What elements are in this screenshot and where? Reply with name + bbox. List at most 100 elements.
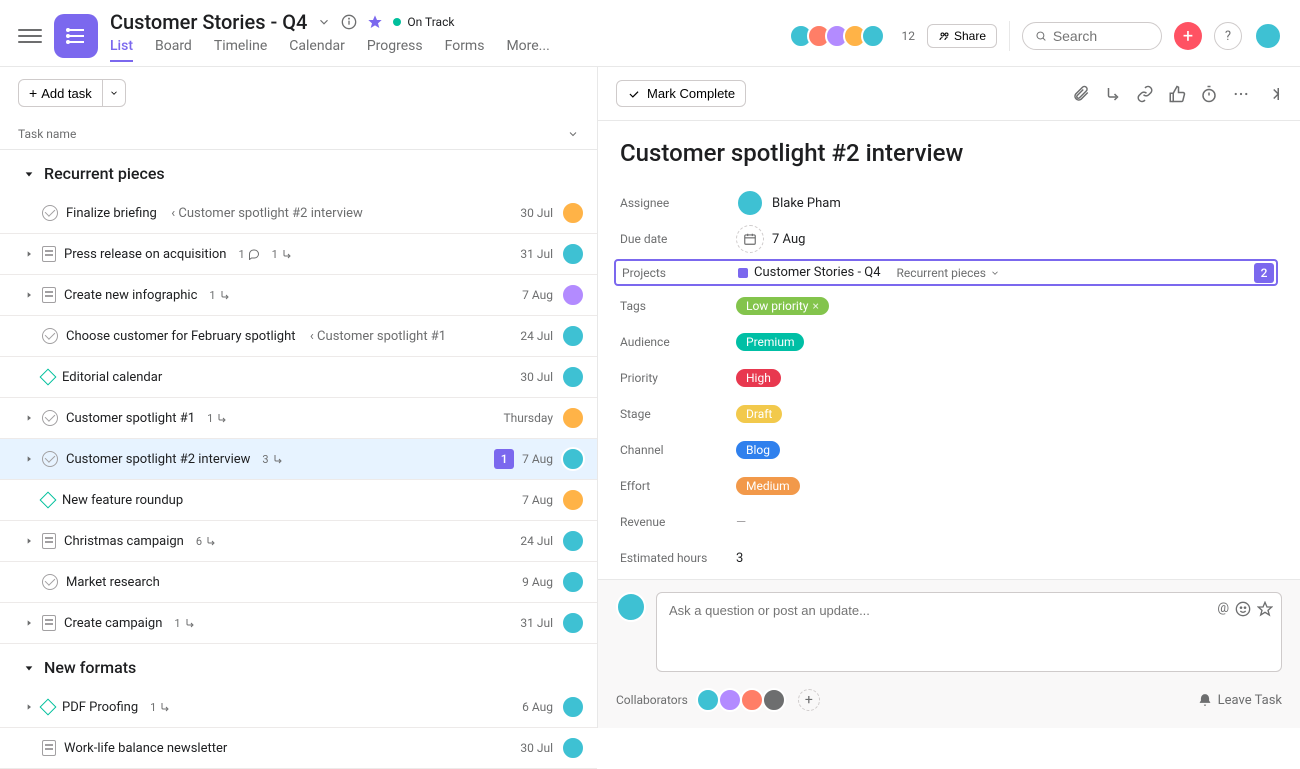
milestone-icon[interactable] [40, 369, 57, 386]
task-row[interactable]: Customer spotlight #2 interview317 Aug [0, 439, 597, 480]
help-button[interactable]: ? [1214, 22, 1242, 50]
tab-list[interactable]: List [110, 38, 133, 62]
avatar [561, 365, 585, 389]
document-icon[interactable] [42, 740, 56, 756]
expand-icon[interactable] [24, 703, 34, 711]
avatar [561, 283, 585, 307]
task-row[interactable]: Work-life balance newsletter30 Jul [0, 728, 597, 769]
check-circle-icon[interactable] [42, 574, 58, 590]
mention-icon[interactable]: @ [1217, 601, 1229, 617]
link-icon[interactable] [1136, 85, 1154, 103]
section-header[interactable]: New formats [0, 644, 597, 687]
search-input[interactable] [1022, 22, 1162, 50]
due-date-value[interactable]: 7 Aug [736, 225, 805, 253]
task-name: Create new infographic [64, 288, 197, 303]
task-row[interactable]: Create new infographic17 Aug [0, 275, 597, 316]
project-title[interactable]: Customer Stories - Q4 [110, 10, 307, 34]
avatar [561, 201, 585, 225]
task-row[interactable]: Create campaign131 Jul [0, 603, 597, 644]
check-circle-icon[interactable] [42, 328, 58, 344]
document-icon[interactable] [42, 287, 56, 303]
member-avatars[interactable] [795, 24, 885, 48]
check-circle-icon[interactable] [42, 410, 58, 426]
remove-tag-icon[interactable]: × [812, 299, 818, 313]
channel-value[interactable]: Blog [736, 441, 780, 459]
milestone-icon[interactable] [40, 492, 57, 509]
revenue-value[interactable]: — [736, 515, 746, 530]
task-row[interactable]: Finalize briefing ‹ Customer spotlight #… [0, 193, 597, 234]
collaborator-avatars[interactable] [700, 688, 786, 712]
tags-value[interactable]: Low priority× [736, 297, 829, 315]
milestone-icon[interactable] [40, 699, 57, 716]
project-menu-chevron[interactable] [317, 15, 331, 29]
pill[interactable]: Low priority× [736, 297, 829, 315]
avatar [561, 324, 585, 348]
task-row[interactable]: New feature roundup7 Aug [0, 480, 597, 521]
check-circle-icon[interactable] [42, 205, 58, 221]
task-row[interactable]: PDF Proofing16 Aug [0, 687, 597, 728]
hamburger-menu[interactable] [18, 24, 42, 48]
star-outline-icon[interactable] [1257, 601, 1273, 617]
more-icon[interactable] [1232, 85, 1250, 103]
global-add-button[interactable]: + [1174, 22, 1202, 50]
document-icon[interactable] [42, 246, 56, 262]
section-header[interactable]: Recurrent pieces [0, 150, 597, 193]
effort-value[interactable]: Medium [736, 477, 800, 495]
pill[interactable]: Blog [736, 441, 780, 459]
task-row[interactable]: Customer spotlight #11Thursday [0, 398, 597, 439]
tab-calendar[interactable]: Calendar [289, 38, 345, 62]
share-button[interactable]: Share [927, 24, 997, 48]
tab-forms[interactable]: Forms [445, 38, 485, 62]
expand-icon[interactable] [24, 250, 34, 258]
mark-complete-button[interactable]: Mark Complete [616, 80, 746, 107]
task-row[interactable]: Market research9 Aug [0, 562, 597, 603]
star-icon[interactable] [367, 14, 383, 30]
self-avatar[interactable] [1254, 22, 1282, 50]
column-header-taskname[interactable]: Task name [0, 119, 597, 150]
task-row[interactable]: Editorial calendar30 Jul [0, 357, 597, 398]
avatar [616, 592, 646, 622]
task-row[interactable]: Christmas campaign624 Jul [0, 521, 597, 562]
stage-value[interactable]: Draft [736, 405, 782, 423]
emoji-icon[interactable] [1235, 601, 1251, 617]
timer-icon[interactable] [1200, 85, 1218, 103]
task-row[interactable]: Press release on acquisition1131 Jul [0, 234, 597, 275]
task-detail-title[interactable]: Customer spotlight #2 interview [620, 139, 1278, 167]
comment-input[interactable]: @ [656, 592, 1282, 672]
projects-value[interactable]: Customer Stories - Q4 Recurrent pieces [738, 265, 1000, 280]
pill[interactable]: Premium [736, 333, 804, 351]
add-collaborator-button[interactable]: + [798, 689, 820, 711]
avatar [696, 688, 720, 712]
est-hours-value[interactable]: 3 [736, 551, 743, 566]
document-icon[interactable] [42, 533, 56, 549]
leave-task-button[interactable]: Leave Task [1198, 693, 1282, 708]
tab-more[interactable]: More... [506, 38, 549, 62]
add-task-button[interactable]: + Add task [18, 79, 103, 107]
expand-icon[interactable] [24, 414, 34, 422]
audience-value[interactable]: Premium [736, 333, 804, 351]
like-icon[interactable] [1168, 85, 1186, 103]
attachment-icon[interactable] [1072, 85, 1090, 103]
tab-timeline[interactable]: Timeline [214, 38, 267, 62]
close-panel-icon[interactable] [1264, 85, 1282, 103]
avatar [561, 529, 585, 553]
project-status[interactable]: On Track [393, 15, 454, 29]
pill[interactable]: High [736, 369, 781, 387]
tab-progress[interactable]: Progress [367, 38, 423, 62]
document-icon[interactable] [42, 615, 56, 631]
expand-icon[interactable] [24, 291, 34, 299]
priority-value[interactable]: High [736, 369, 781, 387]
pill[interactable]: Medium [736, 477, 800, 495]
expand-icon[interactable] [24, 537, 34, 545]
check-circle-icon[interactable] [42, 451, 58, 467]
expand-icon[interactable] [24, 619, 34, 627]
project-section-chip[interactable]: Recurrent pieces [897, 266, 1000, 280]
pill[interactable]: Draft [736, 405, 782, 423]
info-icon[interactable] [341, 14, 357, 30]
expand-icon[interactable] [24, 455, 34, 463]
add-task-dropdown[interactable] [103, 79, 126, 107]
tab-board[interactable]: Board [155, 38, 192, 62]
task-row[interactable]: Choose customer for February spotlight ‹… [0, 316, 597, 357]
assignee-value[interactable]: Blake Pham [736, 189, 841, 217]
subtask-icon[interactable] [1104, 85, 1122, 103]
